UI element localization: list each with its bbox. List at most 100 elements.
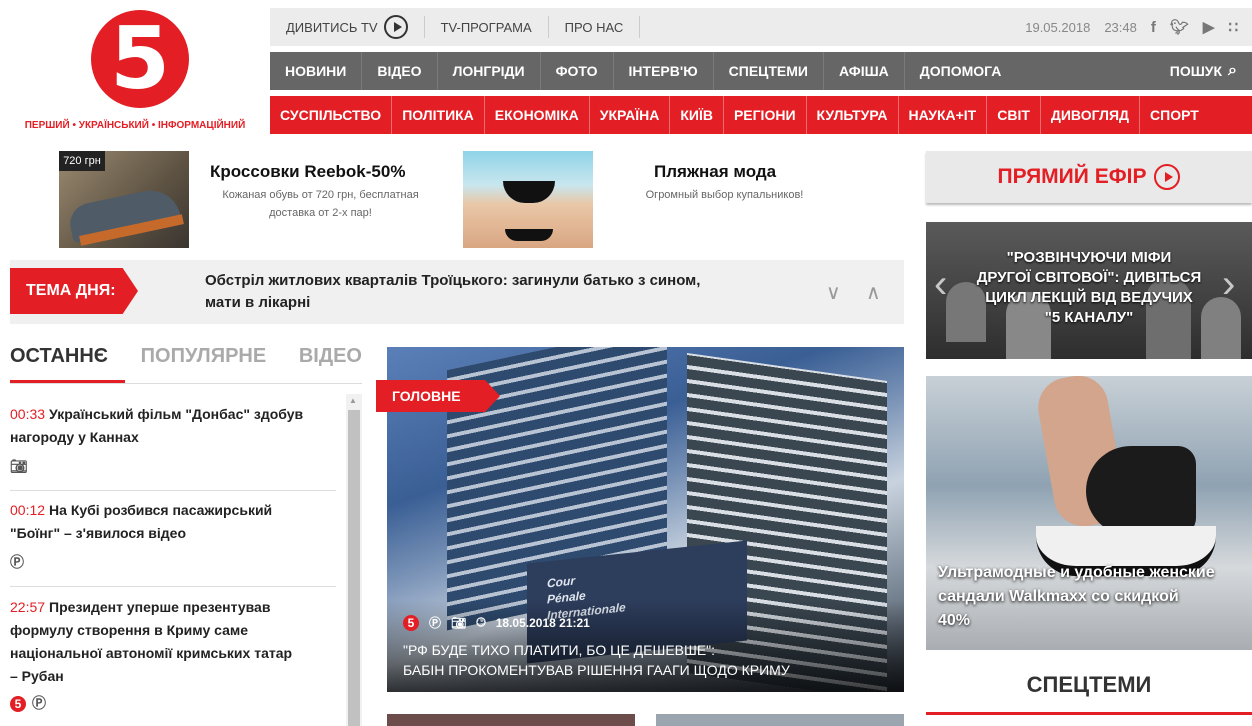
news-item[interactable]: 00:33 Український фільм "Донбас" здобув н… [10,403,340,478]
camera-icon: 📷︎ [10,458,28,474]
nav-help[interactable]: ДОПОМОГА [905,52,1017,90]
news-title: На Кубі розбився пасажирський [49,502,273,518]
news-tabs: ОСТАННЄ ПОПУЛЯРНЕ ВІДЕО [10,345,362,385]
shoes-ad-title[interactable]: Кроссовки Reebok-50% [210,162,405,182]
caption-line: ДРУГОЇ СВІТОВОЇ": ДИВІТЬСЯ [976,269,1202,286]
twitter-icon[interactable]: 🐦︎ [1170,18,1189,36]
clock-icon: 🕑︎ [476,615,486,629]
section-culture[interactable]: КУЛЬТУРА [807,96,899,134]
news-time: 00:33 [10,406,46,422]
headline-line: "РФ БУДЕ ТИХО ПЛАТИТИ, БО ЦЕ ДЕШЕВШЕ": [403,642,716,658]
current-time: 23:48 [1104,19,1137,35]
watch-tv-label: ДИВИТИСЬ TV [286,19,378,35]
caption-line: "РОЗВІНЧУЮЧИ МІФИ [1006,249,1172,266]
news-item[interactable]: 00:12 На Кубі розбився пасажирський "Боїн… [10,499,340,574]
news-time: 00:12 [10,502,46,518]
main-badge: ГОЛОВНЕ [376,380,500,412]
top-right: 19.05.2018 23:48 f 🐦︎ ▶ ∷ [1025,18,1252,37]
news-line: "Боїнг" – з'явилося відео [10,525,186,541]
topic-line-2: мати в лікарні [205,294,311,311]
headline-line: БАБІН ПРОКОМЕНТУВАВ РІШЕННЯ ГААГИ ЩОДО К… [403,662,790,678]
beach-ad-image[interactable] [463,151,593,248]
section-politics[interactable]: ПОЛІТИКА [392,96,485,134]
logo-tagline: ПЕРШИЙ • УКРАЇНСЬКИЙ • ІНФОРМАЦІЙНИЙ [24,120,246,131]
watch-tv-link[interactable]: ДИВИТИСЬ TV [270,15,425,39]
news-line: нагороду у Каннах [10,429,139,445]
main-nav: НОВИНИ ВІДЕО ЛОНГРІДИ ФОТО ІНТЕРВ'Ю СПЕЦ… [270,52,1252,90]
caption-line: Ультрамодные и удобные женские [938,564,1215,581]
live-stream-button[interactable]: ПРЯМИЙ ЕФІР [926,151,1252,203]
section-science[interactable]: НАУКА+IT [899,96,988,134]
tv-program-link[interactable]: TV-ПРОГРАМА [425,16,549,38]
topic-of-day-label: ТЕМА ДНЯ: [10,268,138,314]
section-sport[interactable]: СПОРТ [1140,96,1209,134]
story-thumbnail[interactable] [656,714,904,726]
story-thumbnail[interactable] [387,714,635,726]
shoes-ad-sub2: доставка от 2-х пар! [269,207,372,219]
news-line: 22:57 Президент уперше презентував [10,596,340,619]
nav-video[interactable]: ВІДЕО [362,52,438,90]
lecture-caption: "РОЗВІНЧУЮЧИ МІФИ ДРУГОЇ СВІТОВОЇ": ДИВІ… [960,248,1218,328]
play-icon [1154,164,1181,190]
play-icon: Ⓟ [429,616,442,630]
news-item[interactable]: 22:57 Президент уперше презентував формул… [10,596,340,715]
news-line: 00:12 На Кубі розбився пасажирський [10,499,340,522]
tab-latest[interactable]: ОСТАННЄ [10,345,108,368]
facebook-icon[interactable]: f [1151,19,1156,36]
special-topics-heading: СПЕЦТЕМИ [1026,672,1152,697]
special-topics-underline [926,712,1252,715]
chevron-up-icon[interactable]: ∧ [866,280,881,305]
channel-logo[interactable]: 5 [91,10,189,108]
sandal-ad-caption: Ультрамодные и удобные женские сандали W… [938,561,1238,633]
news-divider [10,490,336,491]
caption-line: ЦИКЛ ЛЕКЦІЙ ВІД ВЕДУЧИХ [985,289,1193,306]
scroll-up-icon[interactable]: ▲ [349,396,357,405]
channel-5-icon: 5 [10,695,26,712]
section-economy[interactable]: ЕКОНОМІКА [485,96,590,134]
topic-of-day-headline[interactable]: Обстріл житлових кварталів Троїцького: з… [205,270,805,314]
section-curious[interactable]: ДИВОГЛЯД [1041,96,1141,134]
news-title: Український фільм "Донбас" здобув [49,406,304,422]
play-icon: Ⓟ [32,695,46,711]
nav-afisha[interactable]: АФІША [824,52,905,90]
news-line: формулу створення в Криму саме [10,622,248,638]
nav-special[interactable]: СПЕЦТЕМИ [714,52,824,90]
section-kyiv[interactable]: КИЇВ [670,96,724,134]
caption-line: сандали Walkmaxx со скидкой [938,588,1179,605]
main-story-headline[interactable]: "РФ БУДЕ ТИХО ПЛАТИТИ, БО ЦЕ ДЕШЕВШЕ": Б… [403,640,893,680]
search-label: ПОШУК [1169,63,1223,79]
main-story-datetime: 18.05.2018 21:21 [495,615,590,630]
section-ukraine[interactable]: УКРАЇНА [590,96,671,134]
section-nav: СУСПІЛЬСТВО ПОЛІТИКА ЕКОНОМІКА УКРАЇНА К… [270,96,1252,134]
section-regions[interactable]: РЕГІОНИ [724,96,807,134]
youtube-icon[interactable]: ▶ [1203,18,1215,36]
chevron-left-icon[interactable]: ‹ [934,262,947,307]
beach-ad-title[interactable]: Пляжная мода [654,162,776,182]
tab-video[interactable]: ВІДЕО [299,345,362,368]
section-world[interactable]: СВІТ [987,96,1041,134]
live-label: ПРЯМИЙ ЕФІР [997,165,1147,188]
nav-news[interactable]: НОВИНИ [270,52,363,90]
rss-icon[interactable]: ∷ [1228,18,1238,36]
tab-popular[interactable]: ПОПУЛЯРНЕ [141,345,267,368]
about-link[interactable]: ПРО НАС [549,16,641,38]
chevron-down-icon[interactable]: ∨ [826,280,841,305]
chevron-right-icon[interactable]: › [1222,262,1235,307]
section-society[interactable]: СУСПІЛЬСТВО [270,96,393,134]
topic-line-1: Обстріл житлових кварталів Троїцького: з… [205,272,701,289]
top-bar: ДИВИТИСЬ TV TV-ПРОГРАМА ПРО НАС 19.05.20… [270,8,1252,46]
scrollbar-thumb[interactable] [348,410,360,726]
camera-icon: 📷︎ [451,615,467,630]
nav-interview[interactable]: ІНТЕРВ'Ю [614,52,714,90]
news-line: 00:33 Український фільм "Донбас" здобув [10,403,340,426]
caption-line: "5 КАНАЛУ" [1044,309,1134,326]
shoes-ad-sub1: Кожаная обувь от 720 грн, бесплатная [222,189,419,201]
news-divider [10,586,336,587]
play-icon [383,15,408,39]
nav-longreads[interactable]: ЛОНГРІДИ [438,52,541,90]
caption-line: 40% [938,612,971,629]
search-button[interactable]: ПОШУК ⌕ [1155,52,1252,90]
news-line: – Рубан [10,668,64,684]
tabs-divider [10,383,362,384]
nav-photo[interactable]: ФОТО [541,52,614,90]
